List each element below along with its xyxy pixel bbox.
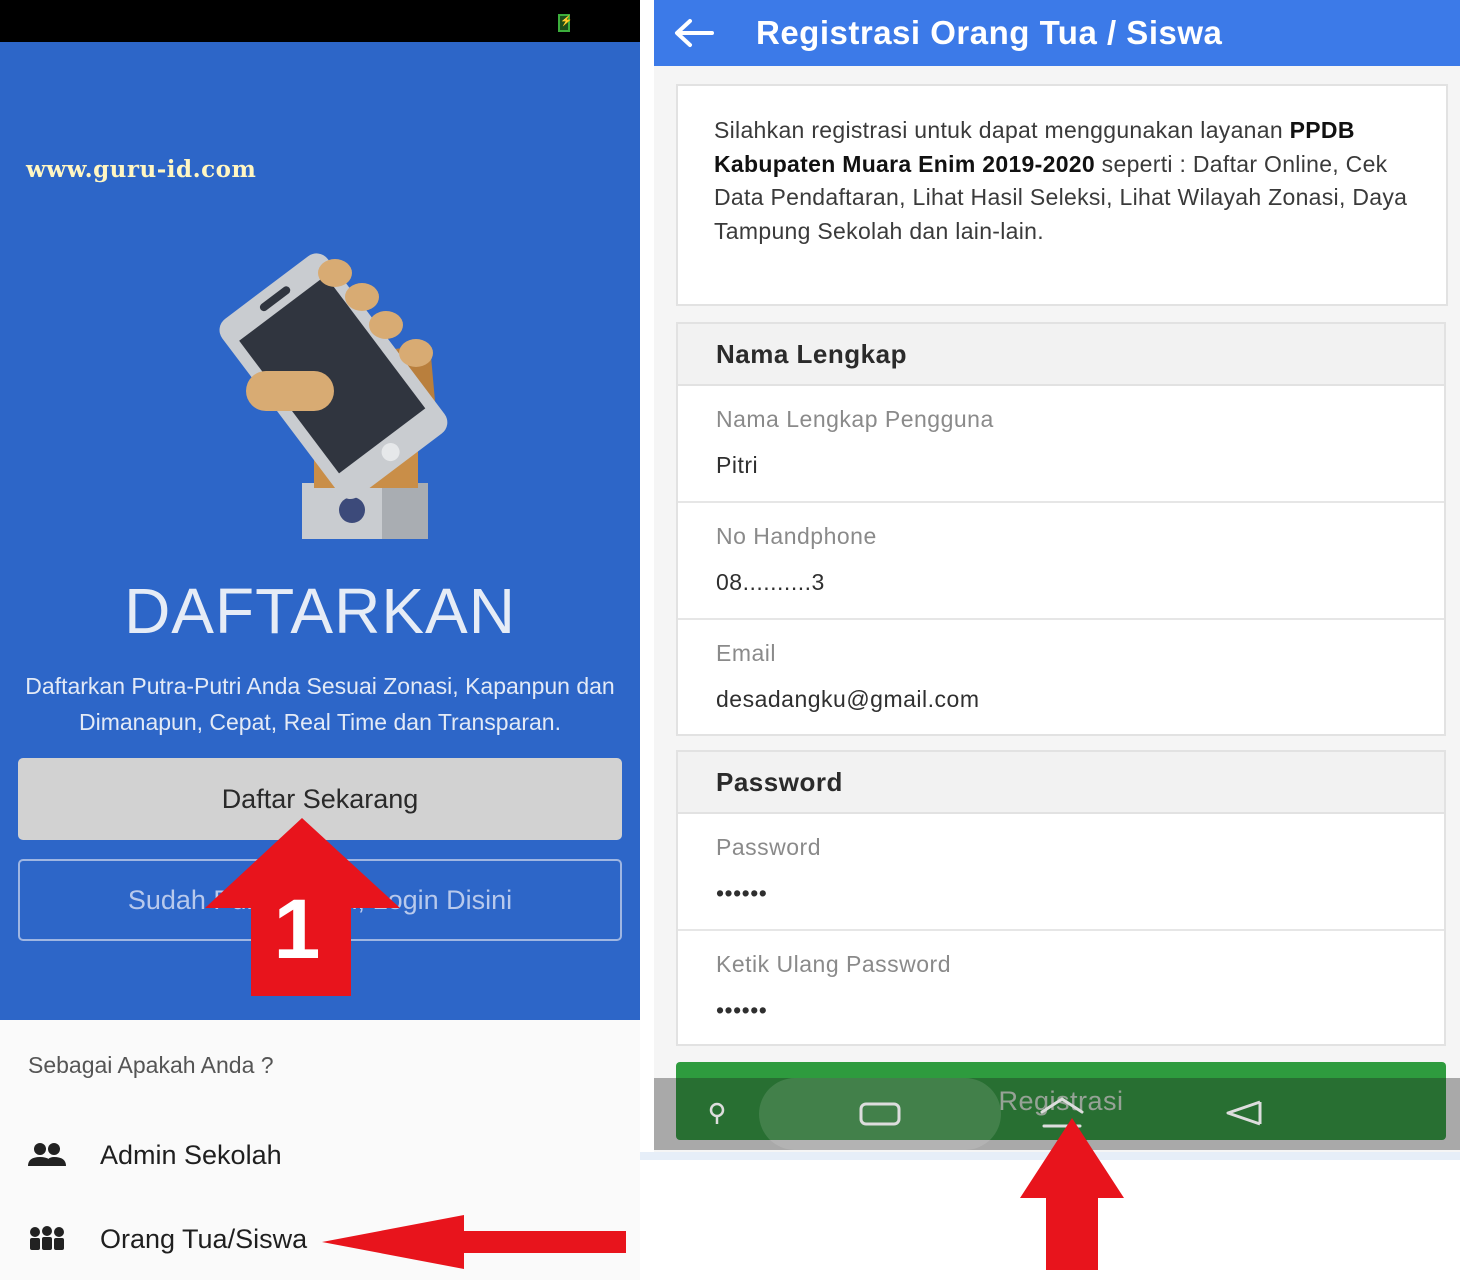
intro-card: Silahkan registrasi untuk dapat mengguna… xyxy=(676,84,1448,306)
email-field[interactable]: Email desadangku@gmail.com xyxy=(678,620,1444,737)
battery-icon: ⚡ xyxy=(558,14,572,32)
intro-text: Silahkan registrasi untuk dapat mengguna… xyxy=(714,117,1290,143)
welcome-screen: ⚡ www.guru-id.com DAFTARKAN Daftarkan Pu… xyxy=(0,0,640,1280)
annotation-arrow-up-icon xyxy=(1020,1118,1124,1270)
registration-screen: Registrasi Orang Tua / Siswa Silahkan re… xyxy=(654,0,1460,1160)
pin-icon[interactable] xyxy=(706,1102,728,1126)
annotation-number: 1 xyxy=(274,882,321,976)
back-triangle-icon[interactable] xyxy=(1224,1098,1264,1128)
recent-apps-icon[interactable] xyxy=(858,1100,902,1128)
hero-description: Daftarkan Putra-Putri Anda Sesuai Zonasi… xyxy=(25,673,615,735)
field-value: desadangku@gmail.com xyxy=(716,686,980,712)
section-header: Password xyxy=(678,752,1444,814)
field-label: Nama Lengkap Pengguna xyxy=(716,406,994,432)
profile-form-card: Nama Lengkap Nama Lengkap Pengguna Pitri… xyxy=(676,322,1446,736)
role-label: Orang Tua/Siswa xyxy=(100,1223,308,1254)
hand-phone-illustration xyxy=(219,253,448,539)
page-title: Registrasi Orang Tua / Siswa xyxy=(756,14,1223,51)
status-bar: ⚡ xyxy=(0,0,640,42)
field-value: 08..........3 xyxy=(716,569,825,595)
app-bar: Registrasi Orang Tua / Siswa xyxy=(654,0,1460,66)
phone-field[interactable]: No Handphone 08..........3 xyxy=(678,503,1444,620)
field-label: No Handphone xyxy=(716,523,877,549)
role-question: Sebagai Apakah Anda ? xyxy=(28,1052,274,1078)
annotation-arrow-left-icon xyxy=(322,1215,626,1269)
field-value: Pitri xyxy=(716,452,759,478)
screenshot-root: ⚡ www.guru-id.com DAFTARKAN Daftarkan Pu… xyxy=(0,0,1460,1280)
field-label: Password xyxy=(716,834,821,860)
family-icon xyxy=(30,1226,64,1250)
field-label: Email xyxy=(716,640,777,666)
field-value: •••••• xyxy=(716,997,768,1023)
role-label: Admin Sekolah xyxy=(100,1139,282,1170)
hero-title: DAFTARKAN xyxy=(124,575,516,647)
password-field[interactable]: Password •••••• xyxy=(678,814,1444,931)
group-icon xyxy=(28,1143,66,1166)
annotation-arrow-up-icon: 1 xyxy=(205,818,400,996)
back-arrow-icon[interactable] xyxy=(672,18,716,48)
field-value: •••••• xyxy=(716,880,768,906)
confirm-password-field[interactable]: Ketik Ulang Password •••••• xyxy=(678,931,1444,1048)
section-header: Nama Lengkap xyxy=(678,324,1444,386)
role-item-admin-sekolah[interactable]: Admin Sekolah xyxy=(26,1130,282,1180)
password-form-card: Password Password •••••• Ketik Ulang Pas… xyxy=(676,750,1446,1046)
role-item-orang-tua-siswa[interactable]: Orang Tua/Siswa xyxy=(26,1214,307,1264)
field-label: Ketik Ulang Password xyxy=(716,951,951,977)
watermark-text: www.guru-id.com xyxy=(26,156,257,183)
full-name-field[interactable]: Nama Lengkap Pengguna Pitri xyxy=(678,386,1444,503)
